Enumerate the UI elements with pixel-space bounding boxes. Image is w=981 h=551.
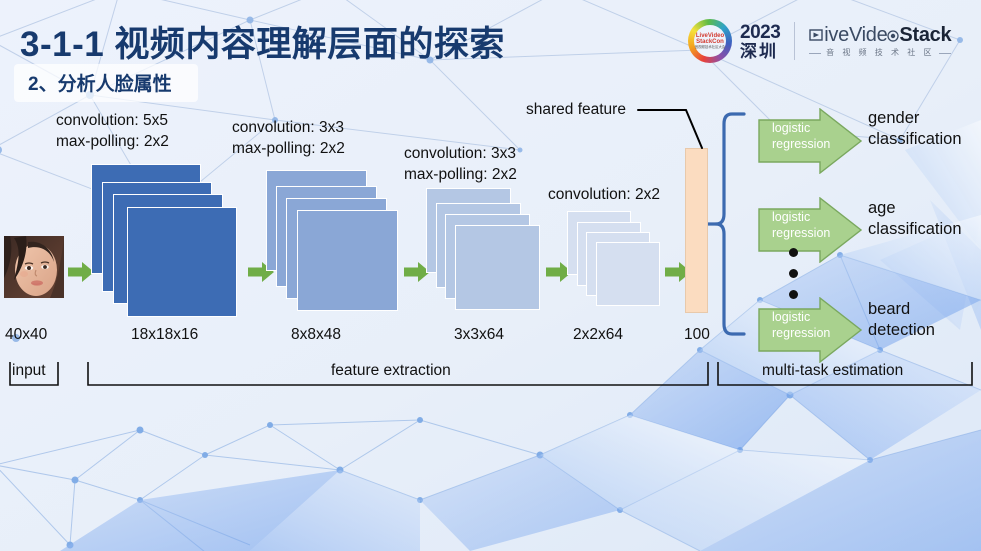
tagline-rule-right [939,52,952,54]
logo-wordmark: iveVide Stack 音 视 频 技 术 社 区 [809,24,952,57]
section-label-feature-extraction: feature extraction [331,362,451,379]
logo-brand-light: iveVide [824,24,888,46]
logo-mark-line3: 音视频技术社区大会 [694,44,726,49]
slide-canvas: 3-1-1 视频内容理解层面的探索 2、分析人脸属性 LiveVideo Sta… [0,0,981,551]
logo-city: 深圳 [740,41,778,61]
brand-logo: LiveVideo StackCon 音视频技术社区大会 2023 深圳 ive… [688,18,952,64]
branch-arrow-gender[interactable]: logistic regression [758,107,863,179]
section-label-multitask: multi-task estimation [762,362,904,379]
branch-output-beard-line2: detection [868,321,935,339]
layer-note-3-line1: convolution: 3x3 [404,145,517,162]
logo-tagline-row: 音 视 频 技 术 社 区 [809,48,952,57]
logo-divider [794,22,796,60]
tagline-rule-left [809,52,822,54]
branch-output-beard: beard detection [868,299,935,341]
logo-wordmark-row: iveVide Stack [809,24,952,46]
branch-output-age-line1: age [868,199,896,217]
shared-feature-leader-line [637,109,703,149]
branch-op-gender: logistic regression [772,120,838,152]
livevideostackcon-mark-icon: LiveVideo StackCon 音视频技术社区大会 [688,19,732,63]
branch-output-gender-line2: classification [868,130,962,148]
layer-note-2-line2: max-polling: 2x2 [232,140,345,157]
branch-brace-icon [708,112,746,336]
branch-output-gender-line1: gender [868,109,920,127]
layer-note-4-line1: convolution: 2x2 [548,186,661,203]
dim-label-input: 40x40 [5,326,48,343]
branch-output-age-line2: classification [868,220,962,238]
logo-tagline: 音 视 频 技 术 社 区 [826,48,935,57]
layer-note-1-line2: max-polling: 2x2 [56,133,169,150]
branch-op-gender-line1: logistic [772,121,811,135]
branch-op-beard-line1: logistic [772,310,811,324]
page-title: 3-1-1 视频内容理解层面的探索 [20,25,505,64]
logo-year-city: 2023 深圳 [740,21,781,61]
dim-label-conv4: 2x2x64 [573,326,623,343]
record-dot-icon [887,30,900,42]
dim-label-conv3: 3x3x64 [454,326,504,343]
subtitle-chip: 2、分析人脸属性 [14,64,198,102]
logo-brand-bold: Stack [899,24,952,46]
branch-op-age-line2: regression [772,226,831,240]
logo-inner-text: LiveVideo StackCon 音视频技术社区大会 [694,25,726,57]
layer-note-3: convolution: 3x3 max-polling: 2x2 [404,143,517,185]
layer-note-1: convolution: 5x5 max-polling: 2x2 [56,110,169,152]
layer-note-2: convolution: 3x3 max-polling: 2x2 [232,117,345,159]
branch-output-gender: gender classification [868,108,962,150]
branch-op-age-line1: logistic [772,210,811,224]
branch-output-beard-line1: beard [868,300,911,318]
shared-feature-bar [685,148,708,313]
layer-note-4: convolution: 2x2 [548,185,660,205]
branch-arrow-beard[interactable]: logistic regression [758,296,863,368]
input-face-image [4,236,64,298]
logo-year: 2023 [740,21,781,43]
play-triangle-icon [809,29,823,41]
branch-op-age: logistic regression [772,209,838,241]
subtitle-text: 2、分析人脸属性 [28,74,172,95]
layer-note-2-line1: convolution: 3x3 [232,119,345,136]
branch-op-beard-line2: regression [772,326,831,340]
branch-output-age: age classification [868,198,962,240]
branch-arrow-age[interactable]: logistic regression [758,196,863,268]
dim-label-conv2: 8x8x48 [291,326,341,343]
section-label-input: input [12,362,46,379]
branch-op-beard: logistic regression [772,309,838,341]
layer-note-3-line2: max-polling: 2x2 [404,166,517,183]
dim-label-shared: 100 [684,326,710,343]
branch-op-gender-line2: regression [772,137,831,151]
dim-label-conv1: 18x18x16 [131,326,199,343]
shared-feature-label: shared feature [526,101,626,118]
layer-note-1-line1: convolution: 5x5 [56,112,169,129]
